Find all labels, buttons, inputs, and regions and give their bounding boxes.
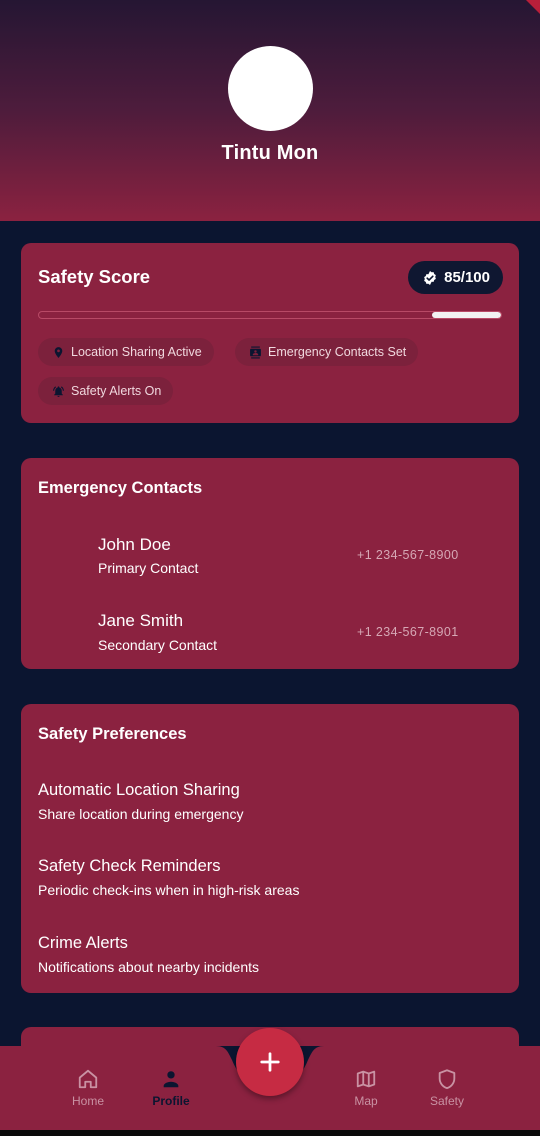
nav-label: Safety <box>429 1094 465 1108</box>
debug-corner <box>526 0 540 14</box>
chip-emergency-contacts[interactable]: Emergency Contacts Set <box>235 338 419 366</box>
home-icon <box>78 1069 98 1089</box>
contact-role: Primary Contact <box>98 560 199 576</box>
contact-name: John Doe <box>98 535 171 554</box>
safety-score-title: Safety Score <box>38 266 151 287</box>
contact-name: Jane Smith <box>98 611 184 630</box>
emergency-contacts-card: Emergency Contacts John Doe Primary Cont… <box>21 458 519 669</box>
safety-score-progress <box>38 311 502 319</box>
nav-map[interactable]: Map <box>326 1068 406 1108</box>
shield-icon <box>438 1069 456 1090</box>
preference-title: Safety Check Reminders <box>38 857 221 875</box>
safety-score-progress-fill <box>431 312 501 318</box>
contacts-icon <box>250 346 261 358</box>
score-badge: 85/100 <box>408 261 503 294</box>
nav-label: Map <box>354 1094 378 1108</box>
safety-preferences-card: Safety Preferences Automatic Location Sh… <box>21 704 519 993</box>
chip-label: Safety Alerts On <box>71 384 162 398</box>
contact-phone: +1 234-567-8901 <box>357 625 459 639</box>
chip-safety-alerts[interactable]: Safety Alerts On <box>38 377 174 405</box>
nav-home[interactable]: Home <box>48 1068 128 1108</box>
bell-alert-icon <box>53 385 64 397</box>
preference-title: Crime Alerts <box>38 934 128 952</box>
preference-subtitle: Share location during emergency <box>38 806 244 822</box>
chip-label: Location Sharing Active <box>71 345 202 359</box>
map-icon <box>356 1070 376 1088</box>
nav-label: Home <box>71 1094 104 1108</box>
score-value: 85/100 <box>444 269 490 286</box>
preference-subtitle: Periodic check-ins when in high-risk are… <box>38 882 300 898</box>
chip-location-sharing[interactable]: Location Sharing Active <box>38 338 214 366</box>
emergency-contacts-title: Emergency Contacts <box>38 479 203 497</box>
location-pin-icon <box>54 346 63 358</box>
preference-subtitle: Notifications about nearby incidents <box>38 959 260 975</box>
chip-label: Emergency Contacts Set <box>268 345 407 359</box>
nav-label: Profile <box>152 1094 190 1108</box>
avatar[interactable] <box>228 46 313 131</box>
contact-role: Secondary Contact <box>98 637 218 653</box>
system-nav-bar <box>0 1130 540 1136</box>
verified-icon <box>424 270 436 285</box>
plus-icon <box>260 1052 280 1072</box>
contact-phone: +1 234-567-8900 <box>357 548 459 562</box>
nav-profile[interactable]: Profile <box>131 1068 211 1108</box>
add-fab-button[interactable] <box>236 1028 304 1096</box>
nav-safety[interactable]: Safety <box>407 1068 487 1108</box>
preference-title: Automatic Location Sharing <box>38 781 240 799</box>
person-icon <box>163 1071 179 1088</box>
safety-score-card: Safety Score 85/100 Location Sharing Act… <box>21 243 519 423</box>
safety-preferences-title: Safety Preferences <box>38 725 187 743</box>
user-name: Tintu Mon <box>221 142 319 164</box>
profile-header: Tintu Mon <box>0 0 540 221</box>
